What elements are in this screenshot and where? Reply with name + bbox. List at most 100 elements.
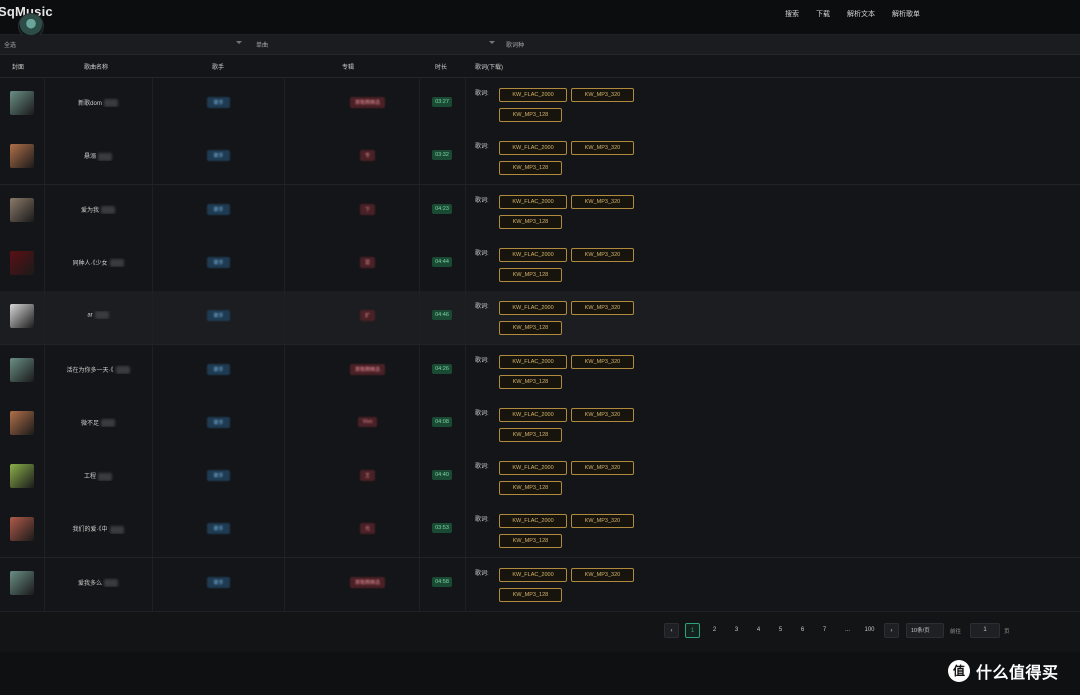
nav-parse-playlist[interactable]: 解析歌单 — [892, 9, 920, 19]
song-name[interactable]: 悬溺 — [48, 151, 148, 161]
lyrics-label: 歌词: — [475, 197, 489, 204]
download-flac-button[interactable]: KW_FLAC_2000 — [499, 247, 567, 262]
download-flac-button[interactable]: KW_FLAC_2000 — [499, 301, 567, 316]
lyrics-label: 歌词: — [475, 357, 489, 364]
duration-badge: 04:08 — [422, 416, 462, 427]
page-size-select[interactable]: 10条/页 — [906, 623, 944, 638]
song-name[interactable]: 新歌dom — [48, 98, 148, 108]
chevron-down-icon[interactable] — [489, 41, 495, 44]
album-cover — [10, 410, 34, 435]
artist-tag[interactable]: 歌手 — [160, 470, 277, 482]
duration-badge: 04:44 — [422, 256, 462, 267]
download-mp3-320-button[interactable]: KW_MP3_320 — [571, 461, 634, 476]
lyrics-label: 歌词: — [475, 144, 489, 151]
song-name[interactable]: 我们的爱·《中 — [48, 524, 148, 534]
download-mp3-128-button[interactable]: KW_MP3_128 — [499, 534, 562, 549]
page-button-4[interactable]: 4 — [751, 623, 766, 638]
artist-tag[interactable]: 歌手 — [160, 97, 277, 108]
artist-tag[interactable]: 歌手 — [160, 203, 277, 215]
download-mp3-320-button[interactable]: KW_MP3_320 — [571, 88, 634, 102]
download-mp3-128-button[interactable]: KW_MP3_128 — [499, 321, 562, 336]
page-suffix: 页 — [1004, 629, 1010, 635]
table-row[interactable]: 微不足 歌手 Vivo 04:08 歌词: KW_FLAC_2000 KW_MP3_320 K… — [0, 397, 1080, 452]
goto-page-input[interactable]: 1 — [970, 623, 1000, 638]
download-mp3-128-button[interactable]: KW_MP3_128 — [499, 161, 562, 176]
download-mp3-320-button[interactable]: KW_MP3_320 — [571, 247, 634, 262]
lyrics-label: 歌词: — [475, 410, 489, 417]
lyrics-label: 歌词: — [475, 570, 489, 577]
chevron-down-icon[interactable] — [236, 41, 242, 44]
nav-parse-text[interactable]: 解析文本 — [847, 9, 875, 19]
table-row[interactable]: 工程 歌手王 04:40 歌词: KW_FLAC_2000 KW_MP3_320 KW_MP… — [0, 451, 1080, 506]
nav-download[interactable]: 下载 — [816, 9, 830, 19]
type-filter[interactable]: 单曲 — [256, 40, 268, 49]
table-row[interactable]: 爱我多么 歌手 萧敬腾精选 04:58 歌词: KW_FLAC_2000 KW_MP3_32… — [0, 557, 1080, 612]
song-name[interactable]: 微不足 — [48, 418, 148, 428]
download-flac-button[interactable]: KW_FLAC_2000 — [499, 567, 567, 582]
table-row[interactable]: ar 歌手扩 04:46 歌词: KW_FLAC_2000 KW_MP3_320 KW_MP… — [0, 291, 1080, 346]
table-row[interactable]: 新歌dom 歌手 萧敬腾精选 03:27 歌词: KW_FLAC_2000 KW_MP3_3… — [0, 78, 1080, 132]
page-button-7[interactable]: 7 — [817, 623, 832, 638]
download-mp3-128-button[interactable]: KW_MP3_128 — [499, 374, 562, 389]
download-flac-button[interactable]: KW_FLAC_2000 — [499, 514, 567, 529]
download-mp3-128-button[interactable]: KW_MP3_128 — [499, 481, 562, 496]
smzdm-logo-icon: 值 — [948, 660, 970, 682]
download-mp3-320-button[interactable]: KW_MP3_320 — [571, 194, 634, 209]
table-row[interactable]: 爱为我 歌手下 04:23 歌词: KW_FLAC_2000 KW_MP3_320 KW_M… — [0, 184, 1080, 239]
download-mp3-320-button[interactable]: KW_MP3_320 — [571, 354, 634, 369]
artist-tag[interactable]: 歌手 — [160, 310, 277, 322]
duration-badge: 03:53 — [422, 523, 462, 534]
download-flac-button[interactable]: KW_FLAC_2000 — [499, 407, 567, 422]
table-row[interactable]: 活在为你多一天·《 歌手 萧敬腾精选 04:26 歌词: KW_FLAC_2000 KW_M… — [0, 344, 1080, 399]
artist-tag[interactable]: 歌手 — [160, 363, 277, 375]
pagination-ellipsis[interactable]: ... — [840, 623, 855, 638]
download-flac-button[interactable]: KW_FLAC_2000 — [499, 461, 567, 476]
page-button-1[interactable]: 1 — [685, 623, 700, 638]
download-flac-button[interactable]: KW_FLAC_2000 — [499, 141, 567, 156]
select-all-filter[interactable]: 全选 — [4, 40, 16, 49]
artist-tag[interactable]: 歌手 — [160, 256, 277, 268]
lyrics-label: 歌词: — [475, 517, 489, 524]
download-mp3-320-button[interactable]: KW_MP3_320 — [571, 407, 634, 422]
prev-page-button[interactable]: ‹ — [664, 623, 679, 638]
download-flac-button[interactable]: KW_FLAC_2000 — [499, 88, 567, 102]
page-button-100[interactable]: 100 — [862, 623, 877, 638]
song-name[interactable]: 爱我多么 — [48, 578, 148, 588]
download-mp3-320-button[interactable]: KW_MP3_320 — [571, 567, 634, 582]
col-duration: 时长 — [435, 65, 448, 71]
artist-tag[interactable]: 歌手 — [160, 416, 277, 428]
download-flac-button[interactable]: KW_FLAC_2000 — [499, 194, 567, 209]
artist-tag[interactable]: 歌手 — [160, 150, 277, 162]
download-mp3-128-button[interactable]: KW_MP3_128 — [499, 214, 562, 229]
artist-tag[interactable]: 歌手 — [160, 523, 277, 535]
album-cover — [10, 197, 34, 222]
table-row[interactable]: 同种人·《少女 歌手雷 04:44 歌词: KW_FLAC_2000 KW_MP3_320… — [0, 237, 1080, 292]
table-row[interactable]: 我们的爱·《中 歌手光 03:53 歌词: KW_FLAC_2000 KW_MP3_320… — [0, 504, 1080, 559]
song-name[interactable]: ar — [48, 311, 148, 320]
album-cover — [10, 570, 34, 595]
download-mp3-320-button[interactable]: KW_MP3_320 — [571, 141, 634, 156]
download-mp3-128-button[interactable]: KW_MP3_128 — [499, 108, 562, 122]
download-mp3-320-button[interactable]: KW_MP3_320 — [571, 301, 634, 316]
page-button-5[interactable]: 5 — [773, 623, 788, 638]
artist-tag[interactable]: 歌手 — [160, 576, 277, 588]
song-name[interactable]: 工程 — [48, 471, 148, 481]
lyrics-filter[interactable]: 歌词种 — [506, 40, 524, 49]
goto-label: 前往 — [950, 629, 962, 635]
nav-search[interactable]: 搜索 — [785, 9, 799, 19]
table-row[interactable]: 悬溺 歌手专 03:32 歌词: KW_FLAC_2000 KW_MP3_320 KW_MP… — [0, 131, 1080, 186]
next-page-button[interactable]: › — [884, 623, 899, 638]
page-button-6[interactable]: 6 — [795, 623, 810, 638]
download-mp3-128-button[interactable]: KW_MP3_128 — [499, 427, 562, 442]
song-name[interactable]: 同种人·《少女 — [48, 258, 148, 268]
page-button-3[interactable]: 3 — [729, 623, 744, 638]
download-mp3-128-button[interactable]: KW_MP3_128 — [499, 267, 562, 282]
song-name[interactable]: 爱为我 — [48, 205, 148, 215]
download-mp3-128-button[interactable]: KW_MP3_128 — [499, 587, 562, 602]
song-name[interactable]: 活在为你多一天·《 — [48, 365, 148, 374]
download-flac-button[interactable]: KW_FLAC_2000 — [499, 354, 567, 369]
page-button-2[interactable]: 2 — [707, 623, 722, 638]
download-mp3-320-button[interactable]: KW_MP3_320 — [571, 514, 634, 529]
duration-badge: 03:32 — [422, 150, 462, 161]
album-cover — [10, 464, 34, 489]
